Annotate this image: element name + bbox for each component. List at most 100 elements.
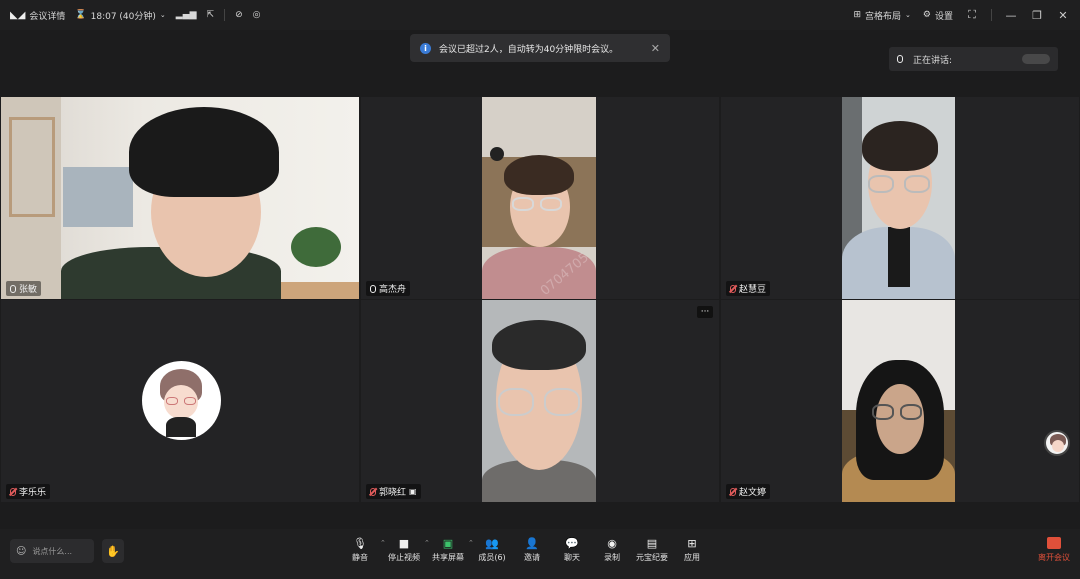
participant-video xyxy=(842,300,955,502)
no-camera-button[interactable]: ⊘ xyxy=(235,10,243,20)
mic-muted-icon xyxy=(370,487,376,496)
apps-button[interactable]: ⊞ 应用 xyxy=(672,537,712,563)
title-bar: ◣◢ 会议详情 ⌛ 18:07 (40分钟) ⌄ ▂▄▆ ⇱ ⊘ ◎ ⊞ 宫格布… xyxy=(0,0,1080,30)
screen-share-icon: ▣ xyxy=(409,487,417,496)
signal-strength-button[interactable]: ▂▄▆ xyxy=(176,10,197,20)
participant-name: 郭晓红 xyxy=(379,488,407,498)
leave-meeting-button[interactable]: 离开会议 xyxy=(1038,537,1070,563)
popout-button[interactable]: ⇱ xyxy=(207,10,215,20)
tile-more-button[interactable]: ··· xyxy=(697,306,713,318)
participant-name: 赵慧豆 xyxy=(739,285,767,295)
settings-button[interactable]: ⚙ 设置 xyxy=(923,9,953,22)
participant-name: 张敏 xyxy=(19,285,38,295)
restore-icon: ❐ xyxy=(1032,8,1042,22)
grid-layout-icon: ⊞ xyxy=(853,10,862,20)
share-screen-icon: ▣ xyxy=(442,536,454,550)
mute-label: 静音 xyxy=(352,553,368,562)
toolbar-actions: 🎙 静音 ⌃ ■ 停止视频 ⌃ ▣ 共享屏幕 ⌃ 👥 成员(6) 👤 邀请 💬 … xyxy=(340,537,712,563)
video-tile[interactable]: 李乐乐 xyxy=(1,300,359,502)
stop-video-button[interactable]: ■ 停止视频 xyxy=(384,537,424,563)
leave-label: 离开会议 xyxy=(1038,553,1070,562)
restore-button[interactable]: ❐ xyxy=(1030,8,1044,22)
chat-icon: 💬 xyxy=(565,536,579,550)
chat-button[interactable]: 💬 聊天 xyxy=(552,537,592,563)
mic-icon xyxy=(897,55,903,63)
divider xyxy=(224,9,226,21)
participant-name-tag: 郭晓红 ▣ xyxy=(366,484,421,499)
quick-chat-input[interactable]: ☺ 说点什么... xyxy=(10,539,94,563)
participant-video xyxy=(842,97,955,299)
floating-self-avatar[interactable] xyxy=(1044,430,1070,456)
participant-name-tag: 赵文婷 xyxy=(726,484,771,499)
members-icon: 👥 xyxy=(485,536,499,550)
participant-name-tag: 赵慧豆 xyxy=(726,281,771,296)
meeting-details-label: 会议详情 xyxy=(29,11,66,22)
hand-icon: ✋ xyxy=(106,544,120,558)
mute-button[interactable]: 🎙 静音 xyxy=(340,537,380,563)
speaking-indicator: 正在讲话: xyxy=(889,47,1058,71)
time-limit-notification: i 会议已超过2人，自动转为40分钟限时会议。 ✕ xyxy=(410,34,670,62)
meeting-time-label: 18:07 (40分钟) xyxy=(90,11,156,22)
speaking-label: 正在讲话: xyxy=(913,55,953,66)
exit-door-icon xyxy=(1047,537,1061,549)
meeting-details-button[interactable]: ◣◢ 会议详情 xyxy=(10,9,65,22)
ai-notes-button[interactable]: ▤ 元宝纪要 xyxy=(632,537,672,563)
camera-off-icon: ⊘ xyxy=(235,10,243,20)
video-tile[interactable]: 赵慧豆 xyxy=(721,97,1079,299)
signal-bars-icon: ▂▄▆ xyxy=(175,10,197,20)
participant-video xyxy=(482,300,596,502)
speaker-name-blurred xyxy=(1022,54,1050,64)
participant-name-tag: 高杰舟 xyxy=(366,281,411,296)
participant-name: 李乐乐 xyxy=(19,488,47,498)
external-link-icon: ⇱ xyxy=(206,10,215,20)
close-notification-button[interactable]: ✕ xyxy=(651,42,660,55)
video-tile[interactable]: 0704705 高杰舟 xyxy=(361,97,719,299)
invite-icon: 👤 xyxy=(525,536,539,550)
hourglass-icon: ⌛ xyxy=(75,10,87,20)
hide-view-button[interactable]: ◎ xyxy=(253,10,261,20)
emoji-icon: ☺ xyxy=(16,545,27,557)
minimize-icon: — xyxy=(1005,8,1017,22)
video-tile[interactable]: 张敏 xyxy=(1,97,359,299)
mic-icon xyxy=(10,284,16,293)
info-icon: i xyxy=(420,42,431,54)
apps-icon: ⊞ xyxy=(687,536,697,550)
chevron-down-icon: ⌄ xyxy=(159,11,166,19)
participant-name-tag: 李乐乐 xyxy=(6,484,51,499)
layout-button[interactable]: ⊞ 宫格布局 ⌄ xyxy=(853,9,910,22)
close-window-button[interactable]: ✕ xyxy=(1056,8,1070,22)
mic-icon: 🎙 xyxy=(353,536,367,550)
video-camera-icon: ■ xyxy=(398,536,410,550)
record-button[interactable]: ◉ 录制 xyxy=(592,537,632,563)
participant-video xyxy=(1,97,359,299)
members-label: 成员(6) xyxy=(478,553,506,562)
share-screen-button[interactable]: ▣ 共享屏幕 xyxy=(428,537,468,563)
mic-muted-icon xyxy=(730,284,736,293)
invite-button[interactable]: 👤 邀请 xyxy=(512,537,552,563)
video-tile[interactable]: 赵文婷 xyxy=(721,300,1079,502)
members-button[interactable]: 👥 成员(6) xyxy=(472,537,512,563)
mic-icon xyxy=(370,284,376,293)
notification-text: 会议已超过2人，自动转为40分钟限时会议。 xyxy=(439,44,619,55)
stop-video-label: 停止视频 xyxy=(388,553,420,562)
participant-avatar xyxy=(142,361,221,440)
fullscreen-button[interactable]: ⛶ xyxy=(965,8,979,22)
chat-label: 聊天 xyxy=(564,553,580,562)
ai-notes-label: 元宝纪要 xyxy=(636,553,668,562)
tencent-meeting-logo-icon: ◣◢ xyxy=(10,9,26,21)
meeting-toolbar: ☺ 说点什么... ✋ 🎙 静音 ⌃ ■ 停止视频 ⌃ ▣ 共享屏幕 ⌃ 👥 成… xyxy=(0,529,1080,579)
raise-hand-button[interactable]: ✋ xyxy=(102,539,124,563)
invite-label: 邀请 xyxy=(524,553,540,562)
meeting-timer[interactable]: ⌛ 18:07 (40分钟) ⌄ xyxy=(75,9,165,22)
participant-name: 高杰舟 xyxy=(379,285,407,295)
eye-off-icon: ◎ xyxy=(252,10,261,20)
video-tile[interactable]: ··· 郭晓红 ▣ xyxy=(361,300,719,502)
share-screen-label: 共享屏幕 xyxy=(432,553,464,562)
layout-label: 宫格布局 xyxy=(865,11,902,22)
minimize-button[interactable]: — xyxy=(1004,8,1018,22)
mic-muted-icon xyxy=(10,487,16,496)
close-icon: ✕ xyxy=(1058,8,1068,22)
settings-label: 设置 xyxy=(934,11,953,22)
apps-label: 应用 xyxy=(684,553,700,562)
notes-icon: ▤ xyxy=(646,536,658,550)
